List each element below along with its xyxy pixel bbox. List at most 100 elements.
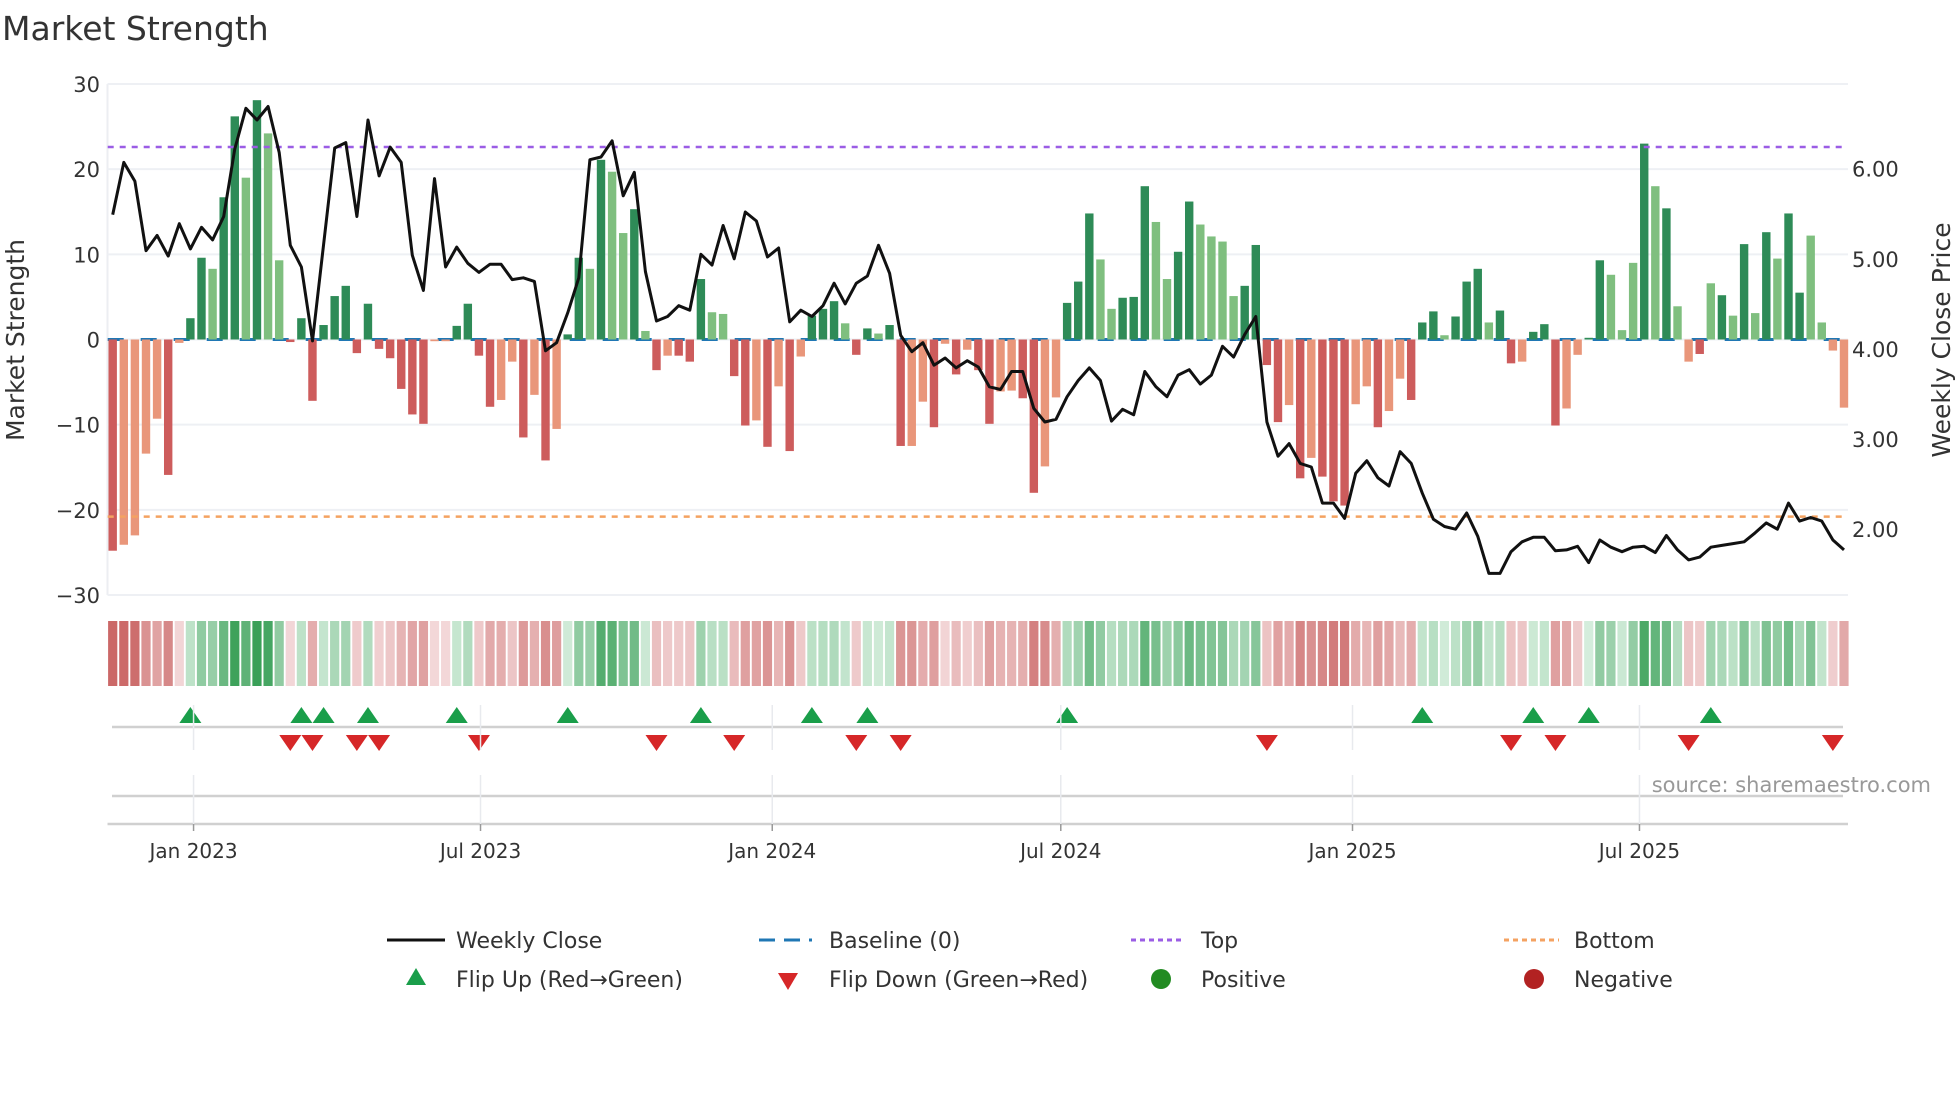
strength-bar	[1273, 339, 1283, 423]
strength-bar	[1784, 213, 1793, 340]
heat-strip-cell	[274, 621, 284, 686]
flip-down-marker	[1677, 735, 1700, 751]
heat-strip-cell	[1217, 621, 1228, 686]
legend-weekly-close-label: Weekly Close	[456, 929, 602, 954]
heat-strip-cell	[1018, 621, 1028, 686]
strength-bar	[374, 339, 384, 349]
strength-bar	[607, 171, 617, 340]
flip-up-marker	[1056, 707, 1079, 723]
strength-bar	[1695, 339, 1704, 354]
flip-up-marker	[689, 707, 712, 723]
strength-bar	[1839, 339, 1849, 408]
heat-strip-cell	[452, 621, 462, 686]
heat-strip-cell	[418, 621, 429, 686]
strength-bar	[496, 339, 506, 400]
strength-bar	[1828, 339, 1838, 351]
heat-strip-cell	[496, 621, 506, 686]
strength-bar	[1517, 339, 1527, 362]
heat-strip-cell	[618, 621, 628, 686]
flip-up-marker	[356, 707, 379, 723]
heat-strip-cell	[1584, 621, 1594, 686]
heat-strip-cell	[1351, 621, 1361, 686]
strength-bar	[929, 339, 939, 428]
strength-bar	[840, 323, 850, 340]
strength-bar	[863, 328, 872, 340]
flip-up-marker	[800, 707, 823, 723]
strength-bar	[297, 318, 306, 340]
strength-bar	[1595, 260, 1605, 340]
y2-tick-label: 6.00	[1852, 158, 1899, 182]
heat-strip-cell	[529, 621, 540, 686]
heat-strip-cell	[1106, 621, 1117, 686]
flip-down-marker	[845, 735, 868, 751]
heat-strip-cell	[1783, 621, 1794, 686]
legend-positive-label: Positive	[1201, 968, 1286, 993]
strength-bar	[674, 339, 683, 356]
heat-strip-cell	[1739, 621, 1749, 686]
heat-strip-cell	[1439, 621, 1450, 686]
strength-bar	[1551, 339, 1560, 426]
strength-bar	[1684, 339, 1693, 362]
heat-strip-cell	[1295, 621, 1305, 686]
strength-bar	[352, 339, 362, 354]
strength-bar	[1739, 244, 1749, 340]
heat-strip-cell	[141, 621, 151, 686]
strength-bar	[452, 325, 461, 340]
heat-strip-cell	[1040, 621, 1050, 686]
strength-bar	[1795, 292, 1804, 340]
strength-bar	[1573, 339, 1582, 355]
strength-bar	[1506, 339, 1516, 364]
heat-strip-cell	[1129, 621, 1139, 686]
heat-strip-cell	[1228, 621, 1239, 686]
heat-strip-cell	[1517, 621, 1527, 686]
heat-strip-cell	[1173, 621, 1183, 686]
heat-strip-cell	[230, 621, 240, 686]
strength-bar	[718, 313, 728, 340]
heat-strip-cell	[829, 621, 839, 686]
heat-strip-cell	[796, 621, 806, 686]
strength-bar	[163, 339, 173, 475]
heat-strip-cell	[1639, 621, 1649, 686]
strength-bar	[1018, 339, 1027, 399]
heat-strip-cell	[429, 621, 440, 686]
legend-negative-label: Negative	[1574, 968, 1673, 993]
y-tick-label: −30	[56, 584, 100, 608]
y-tick-label: −20	[56, 499, 100, 523]
strength-bar	[796, 339, 805, 357]
strength-bar	[1529, 331, 1538, 340]
heat-strip-cell	[1684, 621, 1694, 686]
strength-bar	[408, 339, 417, 415]
strength-bar	[308, 339, 317, 401]
legend-positive-icon	[1151, 969, 1171, 989]
y-axis-title: Market Strength	[1, 239, 30, 441]
heat-strip-cell	[463, 621, 473, 686]
heat-strip-cell	[907, 621, 917, 686]
strength-bar	[1373, 339, 1383, 428]
strength-bar	[1340, 339, 1349, 506]
heat-strip-cell	[751, 621, 761, 686]
heat-strip-cell	[1007, 621, 1017, 686]
heat-strip-cell	[1473, 621, 1483, 686]
flip-up-marker	[312, 707, 335, 723]
market-strength-chart: Market Strength 30 20 10 0 −10 −20 −30 6.00 5.0…	[1, 9, 1956, 993]
heat-strip-cell	[330, 621, 340, 686]
heat-strip-cell	[862, 621, 872, 686]
strength-bar	[852, 339, 861, 355]
heat-strip-cell	[740, 621, 750, 686]
heat-strip-cell	[1118, 621, 1128, 686]
heat-strip-cell	[1140, 621, 1150, 686]
x-tick-label: Jul 2023	[438, 839, 521, 863]
heat-strip-cell	[108, 621, 118, 686]
strength-bar	[1029, 339, 1039, 493]
heat-strip-cell	[1761, 621, 1771, 686]
strength-bar	[619, 233, 628, 340]
heat-strip-cell	[773, 621, 784, 686]
heat-strip-cell	[1317, 621, 1327, 686]
strength-bar	[1051, 339, 1061, 398]
strength-bar	[1584, 337, 1593, 340]
legend-flip-up-icon	[406, 968, 426, 985]
flip-up-marker	[556, 707, 579, 723]
strength-bar	[1651, 186, 1660, 340]
heat-strip-cell	[1550, 621, 1561, 686]
heat-strip-cell	[929, 621, 939, 686]
